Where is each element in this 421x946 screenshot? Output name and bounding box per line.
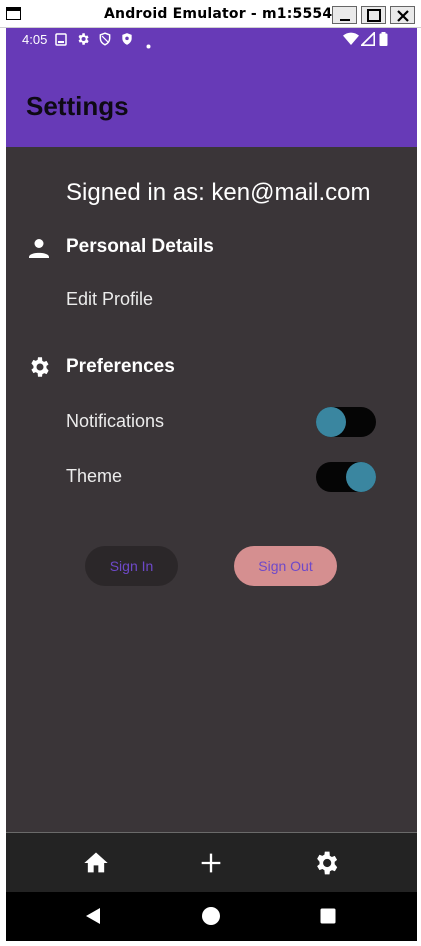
home-circle-icon[interactable] [201, 906, 221, 931]
window-close-button[interactable] [390, 6, 415, 24]
gear-icon [27, 355, 51, 384]
settings-icon[interactable] [312, 849, 340, 877]
recents-icon[interactable] [320, 908, 336, 929]
phone-screen: 4:05 Settings Signed in as: ken@mail.com… [6, 28, 417, 941]
theme-toggle[interactable] [316, 462, 376, 492]
sign-out-button[interactable]: Sign Out [234, 546, 337, 586]
window-maximize-button[interactable] [361, 6, 386, 24]
back-icon[interactable] [84, 906, 102, 931]
bottom-navigation [6, 832, 417, 892]
status-bar: 4:05 [6, 28, 417, 52]
signed-in-label: Signed in as: ken@mail.com [66, 179, 371, 206]
battery-icon [379, 32, 388, 49]
system-navigation-bar [6, 892, 417, 941]
window-minimize-button[interactable] [332, 6, 357, 24]
home-icon[interactable] [82, 849, 110, 877]
wifi-icon [343, 32, 359, 49]
dot-icon [146, 37, 151, 52]
window-titlebar: Android Emulator - m1:5554 [0, 0, 421, 28]
edit-profile-item[interactable]: Edit Profile [66, 289, 153, 310]
window-title: Android Emulator - m1:5554 [104, 6, 333, 22]
sign-in-button[interactable]: Sign In [85, 546, 178, 586]
notifications-toggle[interactable] [316, 407, 376, 437]
shield-icon [98, 32, 112, 49]
shield-filled-icon [120, 32, 134, 49]
signal-icon [359, 30, 376, 49]
section-title-personal-details: Personal Details [66, 236, 214, 257]
section-title-preferences: Preferences [66, 356, 175, 377]
toggle-knob [346, 462, 376, 492]
notifications-label: Notifications [66, 411, 165, 431]
window-menu-icon[interactable] [6, 7, 21, 20]
theme-label: Theme [66, 466, 123, 486]
sim-icon [54, 32, 68, 49]
status-time: 4:05 [22, 32, 48, 47]
app-header: 4:05 Settings [6, 28, 417, 147]
gear-icon [76, 32, 90, 49]
page-title: Settings [26, 91, 129, 121]
person-icon [27, 236, 51, 265]
toggle-knob [316, 407, 346, 437]
add-icon[interactable] [197, 849, 225, 877]
